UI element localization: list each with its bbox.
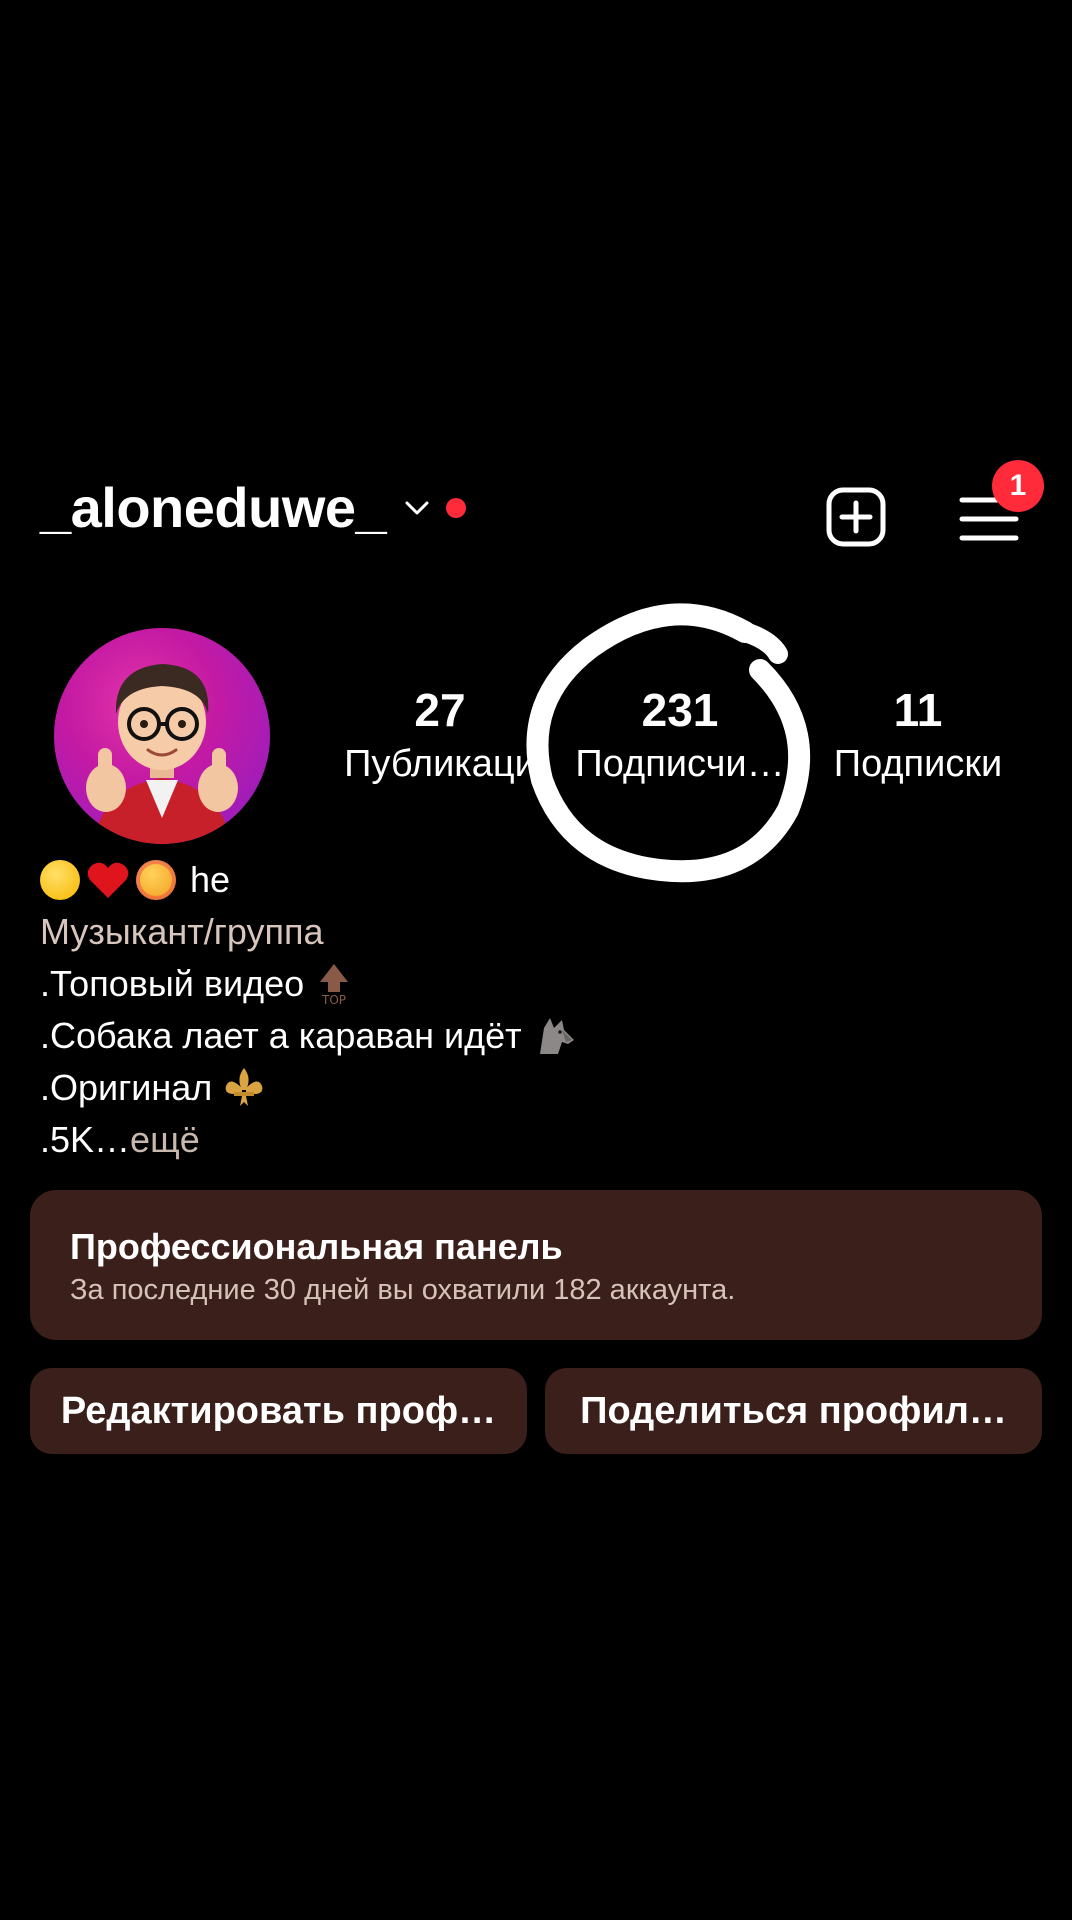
- profile-header: _aloneduwe_ 1: [0, 460, 1072, 560]
- svg-text:TOP: TOP: [321, 993, 346, 1006]
- professional-dashboard-panel[interactable]: Профессиональная панель За последние 30 …: [30, 1190, 1042, 1340]
- bio-category: Музыкант/группа: [40, 911, 324, 952]
- smiling-face-emoji-icon: [40, 860, 80, 900]
- followers-count: 231: [641, 684, 719, 736]
- bio: he Музыкант/группа .Топовый видео TOP .С…: [40, 854, 1020, 1166]
- bio-name-line: he: [40, 854, 1020, 906]
- share-profile-button[interactable]: Поделиться профил…: [545, 1368, 1042, 1454]
- red-heart-emoji-icon: [87, 862, 129, 898]
- following-label: Подписки: [833, 743, 1003, 785]
- username: _aloneduwe_: [40, 476, 387, 539]
- stat-followers[interactable]: 231 Подписчи…: [562, 682, 798, 788]
- avatar-illustration: [86, 664, 238, 844]
- pro-panel-title: Профессиональная панель: [70, 1226, 563, 1267]
- fleur-de-lis-icon: [225, 1068, 263, 1106]
- top-arrow-icon: TOP: [320, 964, 349, 1006]
- stat-following[interactable]: 11 Подписки: [820, 682, 1016, 788]
- chevron-down-icon: [405, 501, 429, 515]
- pro-panel-subtitle: За последние 30 дней вы охватили 182 акк…: [70, 1274, 736, 1306]
- account-switcher[interactable]: _aloneduwe_: [40, 476, 467, 539]
- create-post-button[interactable]: [825, 486, 887, 548]
- smiling-hearts-emoji-icon: [136, 860, 176, 900]
- bio-line-3: .Оригинал: [40, 1062, 1020, 1114]
- bio-line-2: .Собака лает а караван идёт: [40, 1010, 1020, 1062]
- bio-name-text: he: [190, 859, 231, 900]
- bio-line-2-text: .Собака лает а караван идёт: [40, 1015, 522, 1056]
- bio-line-1: .Топовый видео TOP: [40, 958, 1020, 1010]
- stat-posts[interactable]: 27 Публикаци: [320, 682, 560, 788]
- wolf-icon: [539, 1018, 574, 1054]
- bio-truncated-text: .5K…: [40, 1119, 131, 1160]
- unread-dot: [446, 498, 467, 518]
- bio-line-1-text: .Топовый видео: [40, 963, 305, 1004]
- following-count: 11: [893, 684, 943, 736]
- bio-line-4: .5K… ещё: [40, 1114, 1020, 1166]
- followers-label: Подписчи…: [575, 743, 785, 785]
- more-link[interactable]: ещё: [130, 1114, 200, 1166]
- edit-profile-button[interactable]: Редактировать проф…: [30, 1368, 527, 1454]
- notification-badge: 1: [992, 460, 1044, 512]
- bio-line-3-text: .Оригинал: [40, 1067, 213, 1108]
- avatar[interactable]: [54, 628, 270, 844]
- posts-count: 27: [414, 684, 466, 736]
- posts-label: Публикаци: [344, 743, 536, 785]
